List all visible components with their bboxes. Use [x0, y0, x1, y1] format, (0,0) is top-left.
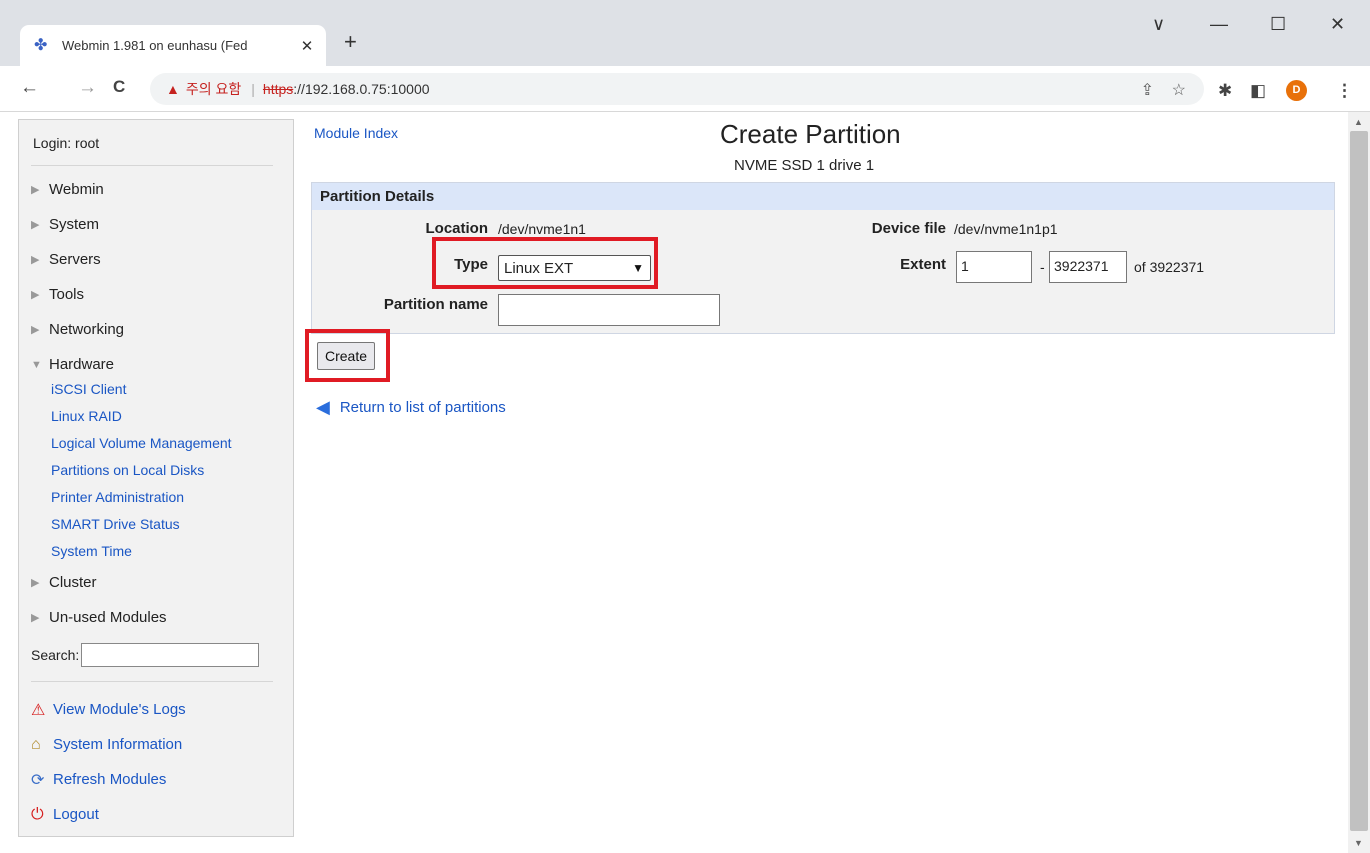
profile-avatar[interactable]: D — [1286, 80, 1307, 101]
return-to-partitions-link[interactable]: ◀ Return to list of partitions — [316, 397, 506, 418]
system-information-link[interactable]: ⌂ System Information — [31, 727, 281, 762]
logout-link[interactable]: ⏻ Logout — [31, 797, 281, 832]
module-search: Search: — [31, 639, 281, 671]
collapsed-arrow-icon: ▶ — [31, 184, 40, 196]
module-link-lvm[interactable]: Logical Volume Management — [31, 430, 281, 457]
category-label: Un-used Modules — [49, 609, 167, 626]
scroll-down-arrow-icon[interactable]: ▼ — [1354, 838, 1363, 848]
category-label: Hardware — [49, 356, 115, 373]
category-label: Networking — [49, 321, 125, 338]
search-input[interactable] — [81, 643, 260, 667]
category-label: Tools — [49, 286, 85, 303]
browser-tab[interactable]: ✤ Webmin 1.981 on eunhasu (Fed ✕ — [20, 25, 326, 66]
warning-icon: ⚠ — [31, 701, 46, 719]
extent-end-input[interactable]: 3922371 — [1049, 251, 1127, 283]
left-arrow-icon: ◀ — [316, 397, 330, 417]
webmin-favicon-icon: ✤ — [34, 36, 48, 54]
sidebar-icon[interactable]: ◧ — [1250, 81, 1266, 101]
reload-button[interactable]: C — [113, 77, 125, 97]
forward-button[interactable]: → — [78, 77, 97, 99]
extent-start-input[interactable]: 1 — [956, 251, 1032, 283]
search-label: Search: — [31, 647, 80, 663]
share-icon[interactable]: ⇪ — [1141, 80, 1154, 100]
back-button[interactable]: ← — [20, 77, 39, 99]
module-index-link[interactable]: Module Index — [314, 125, 398, 141]
category-label: System — [49, 216, 100, 233]
device-file-label: Device file — [871, 220, 946, 237]
url-scheme: https — [262, 81, 294, 97]
module-link-iscsi-client[interactable]: iSCSI Client — [31, 376, 281, 403]
collapsed-arrow-icon: ▶ — [31, 324, 40, 336]
tab-search-chevron-icon[interactable]: ∨ — [1152, 14, 1165, 35]
maximize-button[interactable]: ☐ — [1270, 14, 1286, 35]
category-servers[interactable]: ▶ Servers — [31, 242, 281, 277]
address-bar[interactable]: ▲ 주의 요함 | https ://192.168.0.75:10000 ⇪ … — [150, 73, 1204, 105]
link-label: Logout — [53, 806, 99, 823]
menu-icon[interactable]: ⋮ — [1336, 81, 1353, 101]
home-icon: ⌂ — [31, 735, 41, 753]
module-link-linux-raid[interactable]: Linux RAID — [31, 403, 281, 430]
security-warning-text: 주의 요함 — [185, 81, 242, 97]
category-unused-modules[interactable]: ▶ Un-used Modules — [31, 600, 281, 635]
module-link-smart-status[interactable]: SMART Drive Status — [31, 511, 281, 538]
return-link-label: Return to list of partitions — [339, 399, 506, 416]
type-highlight-box — [432, 237, 658, 289]
category-label: Webmin — [49, 181, 104, 198]
collapsed-arrow-icon: ▶ — [31, 289, 40, 301]
new-tab-button[interactable]: + — [344, 29, 357, 55]
collapsed-arrow-icon: ▶ — [31, 577, 40, 589]
minimize-button[interactable]: — — [1210, 14, 1228, 35]
panel-header: Partition Details — [312, 183, 1334, 210]
collapsed-arrow-icon: ▶ — [31, 254, 40, 266]
extent-separator: - — [1040, 259, 1045, 275]
browser-toolbar: ← → C ▲ 주의 요함 | https ://192.168.0.75:10… — [0, 66, 1370, 112]
view-module-logs-link[interactable]: ⚠ View Module's Logs — [31, 692, 281, 727]
sidebar-divider — [31, 681, 273, 682]
location-label: Location — [425, 220, 489, 237]
tab-title: Webmin 1.981 on eunhasu (Fed — [62, 38, 248, 53]
location-value: /dev/nvme1n1 — [498, 221, 586, 237]
category-system[interactable]: ▶ System — [31, 207, 281, 242]
scroll-up-arrow-icon[interactable]: ▲ — [1354, 117, 1363, 127]
security-warning-icon: ▲ — [166, 81, 180, 97]
refresh-icon: ⟳ — [31, 771, 45, 789]
category-webmin[interactable]: ▶ Webmin — [31, 172, 281, 207]
browser-title-bar: ✤ Webmin 1.981 on eunhasu (Fed ✕ + ∨ — ☐… — [0, 0, 1370, 66]
module-link-system-time[interactable]: System Time — [31, 538, 281, 565]
category-tools[interactable]: ▶ Tools — [31, 277, 281, 312]
module-link-printer-admin[interactable]: Printer Administration — [31, 484, 281, 511]
left-navigation-frame: Login: root ▶ Webmin ▶ System ▶ Servers ▶ To… — [18, 119, 294, 837]
device-file-value: /dev/nvme1n1p1 — [954, 221, 1058, 237]
create-highlight-box — [305, 329, 390, 382]
url-host: ://192.168.0.75:10000 — [293, 81, 430, 97]
category-cluster[interactable]: ▶ Cluster — [31, 565, 281, 600]
address-separator: | — [251, 81, 255, 97]
extent-label: Extent — [900, 256, 946, 273]
category-label: Cluster — [49, 574, 97, 591]
link-label: Refresh Modules — [53, 771, 167, 788]
scrollbar-thumb[interactable] — [1350, 131, 1368, 831]
partition-name-input[interactable] — [498, 294, 720, 326]
category-label: Servers — [49, 251, 101, 268]
extensions-icon[interactable]: ✱ — [1218, 81, 1232, 101]
category-networking[interactable]: ▶ Networking — [31, 312, 281, 347]
partition-name-label: Partition name — [383, 296, 488, 313]
page-subtitle: NVME SSD 1 drive 1 — [734, 157, 875, 174]
page-title: Create Partition — [720, 119, 901, 149]
module-link-partitions[interactable]: Partitions on Local Disks — [31, 457, 281, 484]
link-label: System Information — [53, 736, 183, 753]
bookmark-star-icon[interactable]: ☆ — [1172, 80, 1186, 100]
tab-close-icon[interactable]: ✕ — [298, 37, 316, 55]
power-icon: ⏻ — [31, 805, 44, 823]
link-label: View Module's Logs — [53, 701, 186, 718]
collapsed-arrow-icon: ▶ — [31, 612, 40, 624]
refresh-modules-link[interactable]: ⟳ Refresh Modules — [31, 762, 281, 797]
close-window-button[interactable]: ✕ — [1330, 14, 1345, 35]
extent-total: of 3922371 — [1134, 259, 1205, 275]
login-label: Login: root — [31, 132, 273, 166]
collapsed-arrow-icon: ▶ — [31, 219, 40, 231]
expanded-arrow-icon: ▼ — [31, 358, 42, 371]
